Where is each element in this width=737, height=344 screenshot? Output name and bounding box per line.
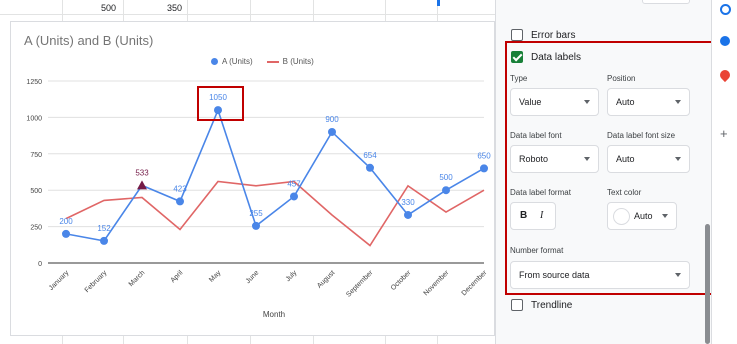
x-axis-title: Month [263, 310, 285, 319]
data-label: 500 [439, 173, 453, 182]
data-label: 200 [59, 217, 73, 226]
series-a-point [404, 210, 412, 219]
data-label: 457 [287, 179, 301, 188]
series-a-point [366, 163, 374, 172]
data-label: 152 [97, 224, 111, 233]
series-a-line [65, 107, 485, 242]
grid-row-line [0, 14, 495, 15]
x-tick-label: January [48, 269, 71, 292]
series-b-line [65, 180, 485, 247]
series-a-point [176, 197, 184, 206]
x-tick-label: October [390, 269, 413, 292]
series-a-point [62, 229, 70, 238]
x-tick-label: August [316, 269, 336, 289]
data-label: 900 [325, 115, 339, 124]
series-a-point [290, 192, 298, 201]
trendline-label: Trendline [531, 300, 573, 311]
chart-plot: 0 250 500 750 1000 1250 January February March Ap… [26, 79, 491, 319]
x-tick-label: April [170, 269, 185, 284]
highlight-box-data-label [197, 86, 244, 121]
data-label: 654 [363, 151, 377, 160]
series-a-point [137, 180, 147, 190]
panel-scrollbar[interactable] [705, 224, 710, 344]
contacts-icon[interactable] [720, 36, 730, 46]
maps-icon[interactable] [717, 67, 733, 83]
y-tick-label: 750 [30, 152, 42, 159]
y-tick-label: 1250 [26, 79, 42, 86]
error-bars-label: Error bars [531, 30, 576, 41]
series-a-point [100, 236, 108, 245]
data-label: 423 [173, 184, 187, 193]
data-label: 330 [401, 198, 415, 207]
error-bars-checkbox[interactable] [511, 29, 523, 41]
x-tick-label: March [128, 269, 147, 288]
data-label: 533 [135, 168, 149, 177]
series-a-point [252, 221, 260, 230]
selection-handle[interactable] [437, 0, 440, 6]
add-addon-icon[interactable]: + [720, 127, 728, 140]
y-tick-label: 1000 [26, 115, 42, 122]
y-tick-label: 500 [30, 188, 42, 195]
x-tick-label: June [245, 269, 261, 285]
y-tick-label: 250 [30, 225, 42, 232]
side-app-strip: + [711, 0, 737, 344]
x-tick-label: February [84, 269, 109, 294]
chart-card[interactable]: A (Units) and B (Units) A (Units) B (Uni… [10, 21, 495, 336]
tasks-icon[interactable] [720, 4, 731, 15]
panel-top-field[interactable] [642, 0, 690, 4]
x-tick-label: July [285, 269, 299, 283]
sheet-cell[interactable]: 500 [101, 3, 116, 13]
x-tick-label: November [423, 269, 451, 297]
highlight-box-data-labels-settings [505, 41, 726, 295]
data-label: 650 [477, 151, 491, 160]
data-label: 255 [249, 209, 263, 218]
series-a-point [328, 127, 336, 136]
series-a-point [480, 164, 488, 173]
sheet-cell[interactable]: 350 [167, 3, 182, 13]
x-tick-label: May [208, 269, 223, 284]
x-tick-label: September [345, 269, 375, 299]
y-tick-label: 0 [38, 261, 42, 268]
x-tick-label: December [461, 269, 489, 297]
trendline-checkbox[interactable] [511, 299, 523, 311]
series-a-point [442, 186, 450, 195]
